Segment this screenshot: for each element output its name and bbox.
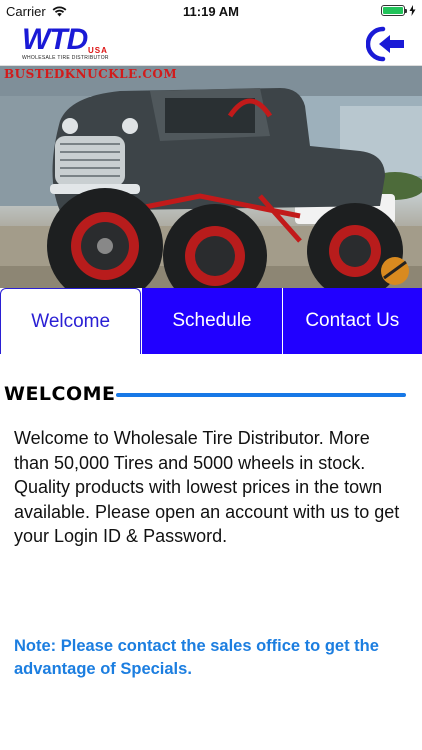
- battery-fill: [383, 7, 403, 14]
- battery-icon: [381, 5, 407, 16]
- welcome-body-text: Welcome to Wholesale Tire Distributor. M…: [14, 428, 400, 546]
- nav-bar: WTD USA WHOLESALE TIRE DISTRIBUTOR: [0, 22, 422, 66]
- logo-usa-text: USA: [88, 46, 108, 55]
- section-divider: [116, 393, 406, 397]
- logo-main-text: WTD: [22, 23, 88, 56]
- specials-note-text: Note: Please contact the sales office to…: [14, 637, 379, 678]
- hero-watermark: BUSTEDKNUCKLE.COM: [4, 67, 178, 81]
- back-arrow-icon[interactable]: [366, 26, 408, 62]
- hero-image: BUSTEDKNUCKLE.COM: [0, 66, 422, 288]
- battery-tip: [405, 9, 407, 13]
- tab-contact-us[interactable]: Contact Us: [281, 288, 422, 354]
- logo-tagline: WHOLESALE TIRE DISTRIBUTOR: [22, 55, 109, 61]
- status-time: 11:19 AM: [183, 4, 239, 19]
- status-bar: Carrier 11:19 AM: [0, 0, 422, 22]
- tab-schedule[interactable]: Schedule: [141, 288, 282, 354]
- section-heading: WELCOME: [4, 383, 116, 405]
- tab-welcome[interactable]: Welcome: [0, 288, 142, 354]
- wtd-logo[interactable]: WTD USA WHOLESALE TIRE DISTRIBUTOR: [22, 23, 114, 64]
- wheel-front-right: [163, 204, 267, 288]
- charging-bolt-icon: [409, 5, 416, 16]
- status-right: [381, 5, 416, 16]
- monster-truck-illustration: [0, 66, 422, 288]
- tab-bar: Welcome Schedule Contact Us: [0, 288, 422, 354]
